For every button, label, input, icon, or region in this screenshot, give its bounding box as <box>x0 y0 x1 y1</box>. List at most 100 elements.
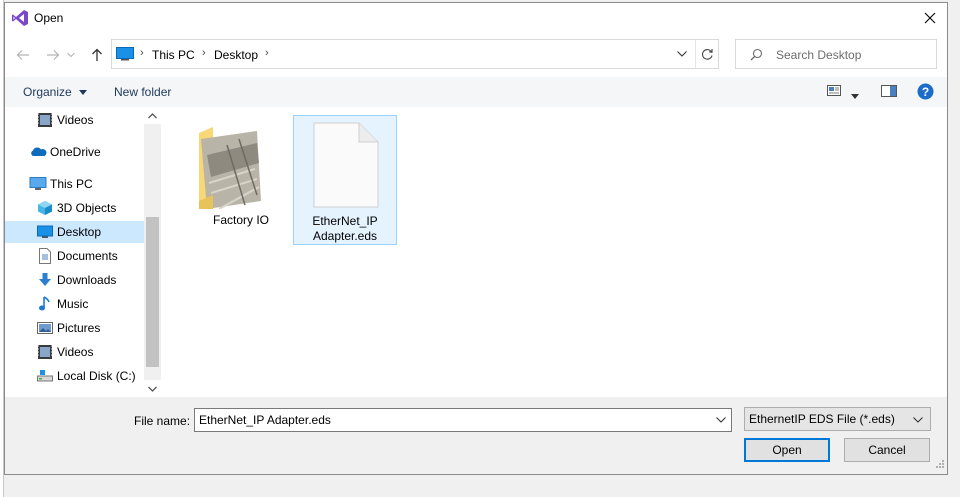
videos-icon <box>37 112 53 128</box>
preview-pane-button[interactable] <box>881 84 897 101</box>
3d-objects-icon <box>37 200 53 216</box>
scrollbar-thumb[interactable] <box>146 217 159 367</box>
refresh-button[interactable] <box>695 40 719 68</box>
file-type-dropdown[interactable] <box>910 411 926 429</box>
window-title: Open <box>34 11 64 25</box>
folder-icon <box>197 125 263 212</box>
documents-icon <box>37 248 53 264</box>
sidebar-item-videos[interactable]: Videos <box>5 341 144 363</box>
downloads-icon <box>37 272 53 288</box>
breadcrumb-separator: › <box>140 47 144 59</box>
videos-icon <box>37 344 53 360</box>
search-box[interactable]: Search Desktop <box>735 39 937 69</box>
file-name-label: Factory IO <box>212 213 269 227</box>
refresh-icon <box>701 48 713 60</box>
open-button[interactable]: Open <box>744 438 830 462</box>
sidebar-item-this-pc[interactable]: This PC <box>5 173 144 195</box>
sidebar-item-label: 3D Objects <box>57 201 117 215</box>
scroll-up-button[interactable] <box>144 107 161 124</box>
sidebar-item-downloads[interactable]: Downloads <box>5 269 144 291</box>
sidebar-item-label: Pictures <box>57 321 101 335</box>
sidebar-item-label: Desktop <box>57 225 102 239</box>
file-type-select[interactable]: EthernetIP EDS File (*.eds) <box>744 407 931 431</box>
organize-label: Organize <box>23 85 72 99</box>
up-button[interactable] <box>85 43 109 67</box>
caret-down-icon <box>79 90 88 96</box>
recent-locations-button[interactable] <box>63 43 79 67</box>
help-icon: ? <box>917 83 934 100</box>
file-item-factory-io[interactable]: Factory IO <box>189 115 293 245</box>
search-placeholder: Search Desktop <box>776 48 862 62</box>
search-icon <box>750 48 763 64</box>
open-file-dialog: Open › This PC › Desktop › Search Deskto… <box>4 2 948 475</box>
change-view-button[interactable] <box>827 84 843 101</box>
chevron-down-icon <box>148 386 157 392</box>
close-icon <box>924 12 936 24</box>
organize-button[interactable]: Organize <box>23 85 88 99</box>
new-folder-button[interactable]: New folder <box>114 85 171 99</box>
chevron-up-icon <box>148 112 157 118</box>
breadcrumb-separator: › <box>265 47 269 59</box>
sidebar-item-label: Local Disk (C:) <box>57 369 136 383</box>
visual-studio-icon <box>11 9 29 27</box>
file-icon <box>313 122 379 211</box>
sidebar-item-music[interactable]: Music <box>5 293 144 315</box>
breadcrumb-desktop[interactable]: Desktop <box>214 48 258 62</box>
file-list[interactable]: Factory IO EtherNet_IP Adapter.eds <box>161 107 947 397</box>
file-name-line-2: Adapter.eds <box>312 229 378 243</box>
address-history-dropdown[interactable] <box>670 40 694 68</box>
back-button[interactable] <box>11 43 35 67</box>
navigation-pane[interactable]: Videos OneDrive This PC 3D Objects Deskt… <box>5 107 161 397</box>
sidebar-item-onedrive[interactable]: OneDrive <box>5 141 144 163</box>
sidebar-item-3d-objects[interactable]: 3D Objects <box>5 197 144 219</box>
sidebar-item-documents[interactable]: Documents <box>5 245 144 267</box>
desktop-icon <box>37 224 53 240</box>
view-details-icon <box>827 85 841 96</box>
chevron-down-icon <box>913 417 923 423</box>
cancel-button[interactable]: Cancel <box>844 438 930 462</box>
sidebar-item-label: Downloads <box>57 273 117 287</box>
file-name-input[interactable]: EtherNet_IP Adapter.eds <box>194 408 732 432</box>
music-icon <box>37 296 53 312</box>
breadcrumb-this-pc[interactable]: This PC <box>152 48 195 62</box>
more-options-button[interactable] <box>851 88 859 102</box>
onedrive-icon <box>29 144 47 160</box>
navigation-scrollbar[interactable] <box>144 107 161 397</box>
scroll-down-button[interactable] <box>144 380 161 397</box>
chevron-down-icon <box>677 51 687 57</box>
preview-pane-icon <box>881 85 897 97</box>
file-item-ethernet-ip-adapter[interactable]: EtherNet_IP Adapter.eds <box>293 115 397 245</box>
sidebar-item-label: OneDrive <box>50 145 101 159</box>
help-button[interactable]: ? <box>917 83 934 103</box>
chevron-down-icon <box>716 417 726 423</box>
address-bar[interactable]: › This PC › Desktop › <box>111 39 719 69</box>
file-name-value: EtherNet_IP Adapter.eds <box>199 413 331 427</box>
sidebar-item-local-disk[interactable]: Local Disk (C:) <box>5 365 144 387</box>
forward-button[interactable] <box>41 43 65 67</box>
file-name-line-1: EtherNet_IP <box>312 214 378 228</box>
sidebar-item-label: This PC <box>50 177 93 191</box>
file-type-value: EthernetIP EDS File (*.eds) <box>749 412 895 426</box>
file-name-history-dropdown[interactable] <box>713 411 729 429</box>
chevron-down-icon <box>67 52 75 58</box>
sidebar-item-videos-quick[interactable]: Videos <box>5 109 144 131</box>
sidebar-item-label: Videos <box>57 113 94 127</box>
file-name-label: File name: <box>134 414 191 428</box>
svg-text:?: ? <box>922 85 929 99</box>
sidebar-item-label: Documents <box>57 249 118 263</box>
sidebar-item-label: Videos <box>57 345 94 359</box>
sidebar-item-pictures[interactable]: Pictures <box>5 317 144 339</box>
sidebar-item-desktop[interactable]: Desktop <box>5 221 144 243</box>
close-button[interactable] <box>913 3 947 33</box>
this-pc-icon <box>29 176 47 192</box>
breadcrumb-separator: › <box>202 47 206 59</box>
arrow-left-icon <box>16 50 29 60</box>
this-pc-icon <box>116 47 134 64</box>
title-bar: Open <box>5 3 947 33</box>
file-name-label: EtherNet_IP Adapter.eds <box>294 214 396 244</box>
sidebar-item-label: Music <box>57 297 89 311</box>
resize-grip-icon[interactable] <box>935 458 945 472</box>
caret-down-icon <box>851 94 859 99</box>
command-bar: Organize New folder ? <box>5 77 947 107</box>
arrow-up-icon <box>92 48 102 61</box>
